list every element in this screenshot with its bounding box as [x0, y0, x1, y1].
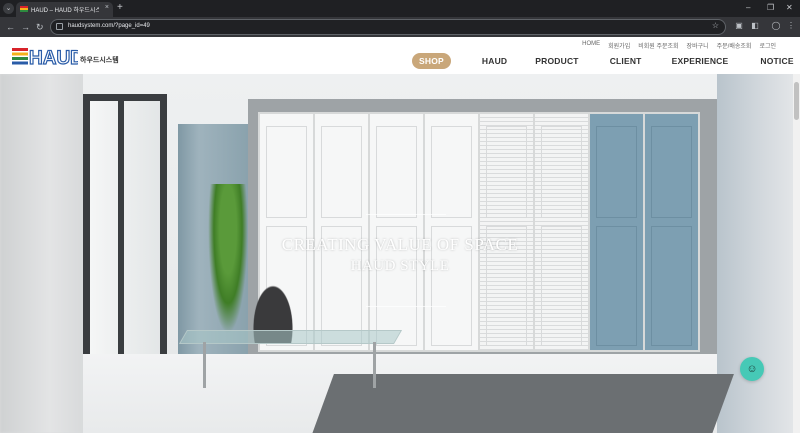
- nav-experience[interactable]: EXPERIENCE: [672, 56, 729, 66]
- page-scrollbar[interactable]: [793, 74, 800, 433]
- util-link-login[interactable]: 로그인: [759, 41, 776, 50]
- hero-rule: [366, 306, 446, 307]
- table-leg: [203, 342, 206, 388]
- site-header: HAUD 하우드시스템 HOME 회원가입 비회원 주문조회 장바구니 주문/배…: [0, 37, 800, 74]
- browser-tab[interactable]: HAUD – HAUD 하우드시스템 ×: [16, 2, 113, 17]
- wardrobe-door-louver: [535, 114, 588, 350]
- util-link-signup[interactable]: 회원가입: [608, 41, 630, 50]
- hero-subheadline: HAUD STYLE: [350, 258, 450, 274]
- back-icon[interactable]: ←: [6, 21, 15, 33]
- extension-icon[interactable]: ◧: [750, 21, 760, 31]
- hero-headline: CREATING VALUE OF SPACE: [281, 235, 519, 254]
- tab-title: HAUD – HAUD 하우드시스템: [31, 8, 99, 14]
- hero-caption: CREATING VALUE OF SPACE HAUD STYLE: [0, 235, 800, 275]
- tab-close-icon[interactable]: ×: [105, 4, 109, 11]
- profile-icon[interactable]: ◯: [771, 21, 781, 31]
- wardrobe-door: [425, 114, 478, 350]
- browser-tab-bar: ⌄ HAUD – HAUD 하우드시스템 × + – ❐ ✕: [0, 0, 800, 17]
- main-nav: SHOP HAUD PRODUCT CLIENT EXPERIENCE NOTI…: [412, 53, 794, 69]
- util-link-guest-order[interactable]: 비회원 주문조회: [638, 41, 678, 50]
- tab-search-icon[interactable]: ⌄: [3, 3, 14, 14]
- wardrobe-door: [315, 114, 368, 350]
- wardrobe-door-louver: [480, 114, 533, 350]
- coffee-table: [178, 330, 403, 390]
- restore-icon[interactable]: ❐: [767, 2, 774, 14]
- close-window-icon[interactable]: ✕: [786, 2, 793, 14]
- util-link-cart[interactable]: 장바구니: [687, 41, 709, 50]
- util-link-home[interactable]: HOME: [582, 41, 600, 50]
- browser-toolbar: ← → ↻ haudsystem.com/?page_id=49 ☆ ▣ ◧ ◯…: [0, 17, 800, 37]
- url-text: haudsystem.com/?page_id=49: [68, 23, 150, 29]
- table-leg: [373, 342, 376, 388]
- forward-icon[interactable]: →: [21, 21, 30, 33]
- site-info-icon[interactable]: [56, 23, 63, 30]
- wardrobe-door-blue: [590, 114, 643, 350]
- nav-client[interactable]: CLIENT: [610, 56, 642, 66]
- hero-banner: CREATING VALUE OF SPACE HAUD STYLE: [0, 74, 800, 433]
- translate-icon[interactable]: ▣: [734, 21, 744, 31]
- wardrobe-door: [370, 114, 423, 350]
- chat-icon: ☺: [746, 362, 758, 375]
- menu-icon[interactable]: ⋮: [786, 21, 796, 31]
- address-bar[interactable]: haudsystem.com/?page_id=49 ☆: [50, 19, 726, 35]
- wardrobe-door-blue: [645, 114, 698, 350]
- chat-button[interactable]: ☺: [740, 357, 764, 381]
- hero-rule: [366, 214, 446, 215]
- nav-haud[interactable]: HAUD: [482, 56, 507, 66]
- logo-wordmark: HAUD: [29, 48, 78, 65]
- util-link-order-tracking[interactable]: 주문/배송조회: [717, 41, 752, 50]
- wardrobe-image: [258, 112, 700, 352]
- utility-links: HOME 회원가입 비회원 주문조회 장바구니 주문/배송조회 로그인: [582, 41, 776, 50]
- scrollbar-thumb[interactable]: [794, 82, 799, 120]
- reload-icon[interactable]: ↻: [36, 21, 44, 33]
- logo-mark-icon: HAUD: [12, 48, 78, 65]
- haud-logo[interactable]: HAUD 하우드시스템: [12, 48, 122, 65]
- new-tab-button[interactable]: +: [117, 2, 123, 14]
- window-frame: [83, 94, 167, 362]
- table-top: [178, 330, 403, 344]
- favicon-icon: [20, 6, 28, 12]
- nav-notice[interactable]: NOTICE: [760, 56, 793, 66]
- logo-subtitle: 하우드시스템: [80, 57, 119, 64]
- nav-shop[interactable]: SHOP: [412, 53, 451, 69]
- star-icon[interactable]: ☆: [712, 21, 719, 30]
- nav-product[interactable]: PRODUCT: [535, 56, 578, 66]
- minimize-icon[interactable]: –: [746, 2, 750, 14]
